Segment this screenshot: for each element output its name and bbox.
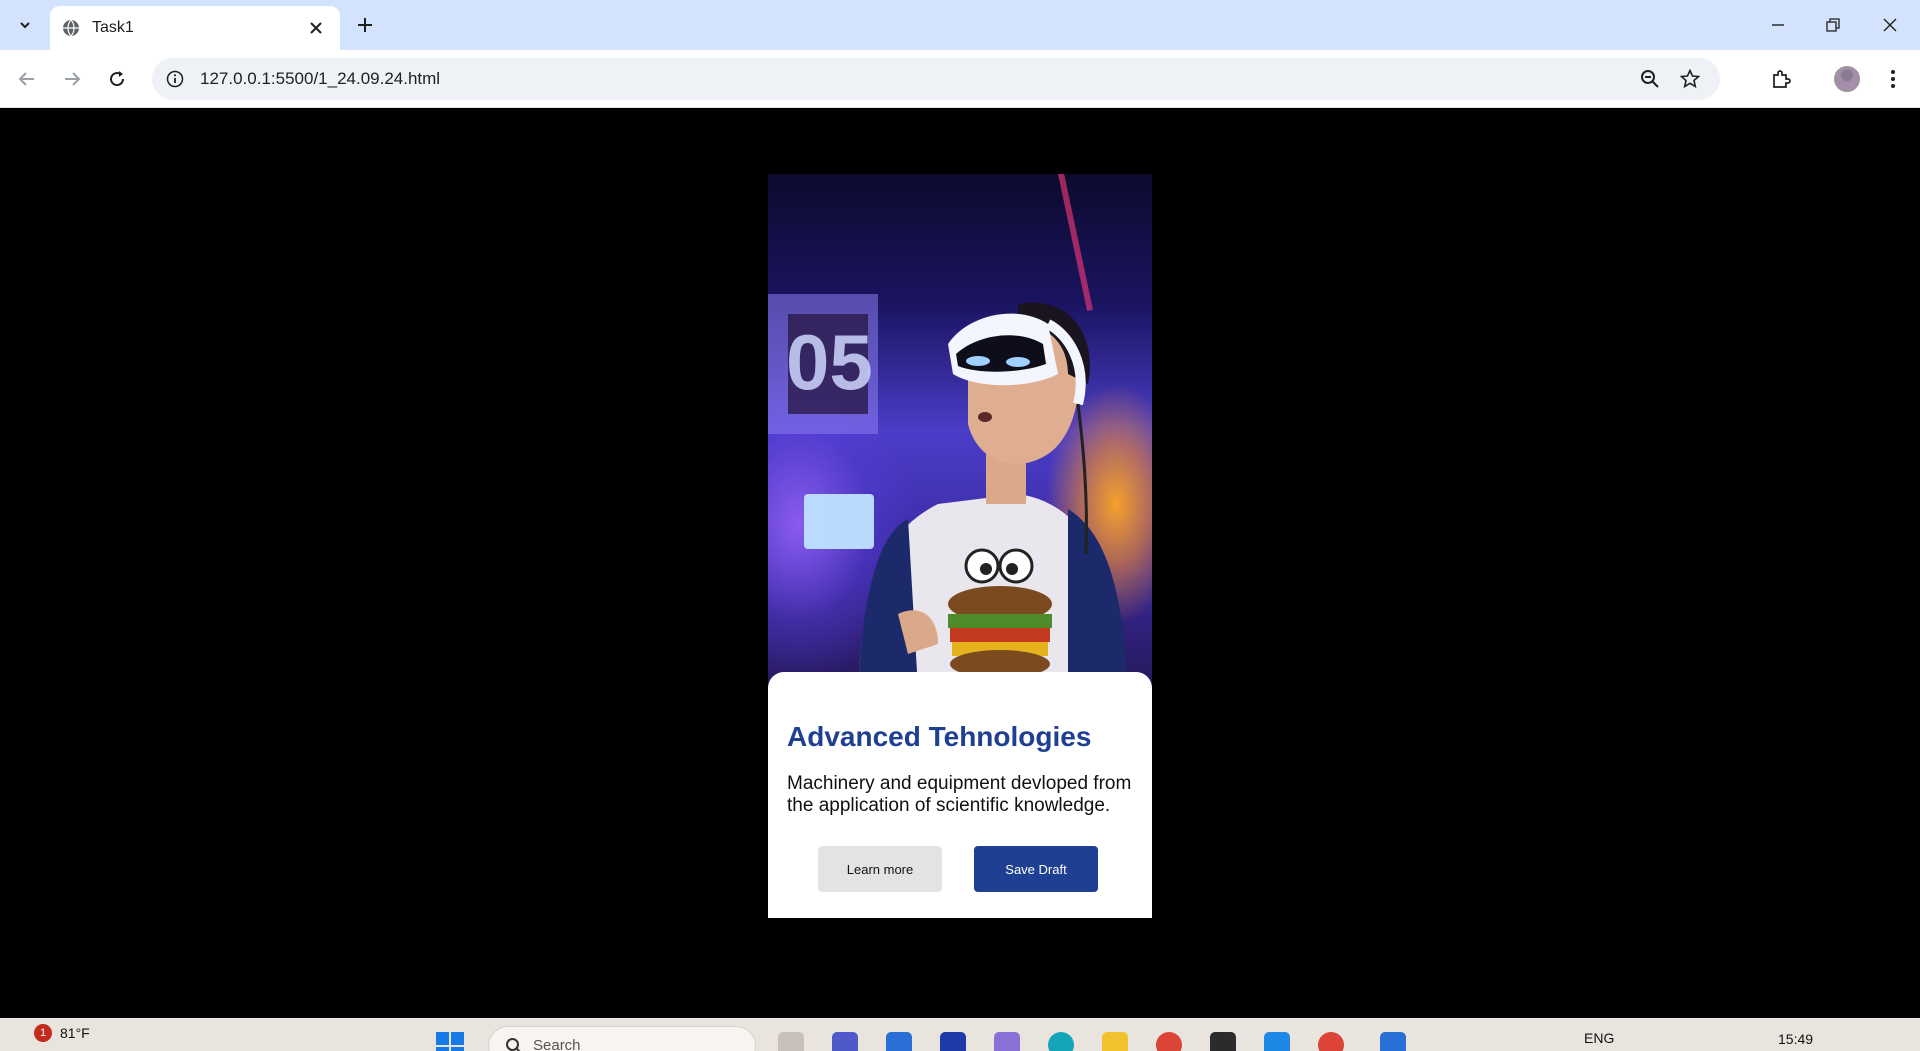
arrow-left-icon [18,72,34,86]
tab-close-button[interactable] [304,16,328,40]
language-indicator[interactable]: ENG [1584,1030,1614,1046]
browser-tab-bar: Task1 [0,0,1920,50]
learn-more-button[interactable]: Learn more [818,846,942,892]
more-vertical-icon [1891,70,1895,88]
store-icon[interactable] [886,1032,912,1051]
terminal-icon[interactable] [1210,1032,1236,1051]
app-icon[interactable] [940,1032,966,1051]
url-text: 127.0.0.1:5500/1_24.09.24.html [200,69,441,88]
windows-taskbar: 1 81°F Search ENG 15:49 [0,1018,1920,1051]
tab-search-button[interactable] [8,8,42,42]
app-icon[interactable] [994,1032,1020,1051]
forward-button[interactable] [55,62,89,96]
globe-icon [63,19,79,37]
card-title: Advanced Tehnologies [787,721,1092,752]
profile-button[interactable] [1830,62,1864,96]
windows-logo-icon [436,1032,449,1045]
browser-toolbar: 127.0.0.1:5500/1_24.09.24.html [0,50,1920,108]
plus-icon [358,18,372,32]
svg-text:05: 05 [786,318,873,406]
search-icon [506,1038,521,1051]
task-view-icon[interactable] [778,1032,804,1051]
clock-time[interactable]: 15:49 [1778,1031,1813,1047]
chrome-active-icon[interactable] [1318,1032,1344,1051]
address-bar[interactable]: 127.0.0.1:5500/1_24.09.24.html [152,58,1720,100]
search-placeholder: Search [533,1037,581,1051]
card-image: 05 [768,174,1152,689]
extensions-button[interactable] [1764,62,1798,96]
folder-icon[interactable] [1102,1032,1128,1051]
technology-card: 05 Advanced Tehnologies Machinery and eq… [768,174,1152,918]
close-icon [310,22,322,34]
reload-button[interactable] [100,62,134,96]
puzzle-icon [1773,70,1791,88]
arrow-right-icon [65,72,81,86]
app-icon[interactable] [1380,1032,1406,1051]
card-description: Machinery and equipment devloped from th… [787,773,1132,816]
minimize-button[interactable] [1758,8,1798,42]
new-tab-button[interactable] [350,10,380,40]
tab-title: Task1 [92,19,134,36]
start-button[interactable] [436,1032,466,1051]
minimize-icon [1772,24,1784,26]
edge-icon[interactable] [1048,1032,1074,1051]
close-window-button[interactable] [1870,8,1910,42]
zoom-out-icon [1641,70,1659,88]
restore-icon [1826,18,1840,32]
weather-temperature: 81°F [60,1025,90,1041]
chrome-icon[interactable] [1156,1032,1182,1051]
reload-icon [110,71,125,87]
page-viewport: 05 Advanced Tehnologies Machinery and eq… [0,109,1920,1018]
info-icon [166,70,184,88]
back-button[interactable] [10,62,44,96]
browser-menu-button[interactable] [1876,62,1910,96]
browser-tab[interactable]: Task1 [50,6,340,50]
star-icon [1680,69,1700,89]
close-icon [1883,18,1897,32]
teams-icon[interactable] [832,1032,858,1051]
vscode-icon[interactable] [1264,1032,1290,1051]
restore-button[interactable] [1813,8,1853,42]
chevron-down-icon [20,22,30,29]
zoom-button[interactable] [1634,63,1666,95]
save-draft-button[interactable]: Save Draft [974,846,1098,892]
taskbar-search[interactable]: Search [488,1026,756,1051]
notification-badge: 1 [34,1024,52,1042]
weather-widget[interactable]: 1 81°F [34,1024,90,1042]
card-body: Advanced Tehnologies Machinery and equip… [768,672,1152,918]
avatar [1834,66,1860,92]
bookmark-button[interactable] [1674,63,1706,95]
vr-person-illustration: 05 [768,174,1128,689]
